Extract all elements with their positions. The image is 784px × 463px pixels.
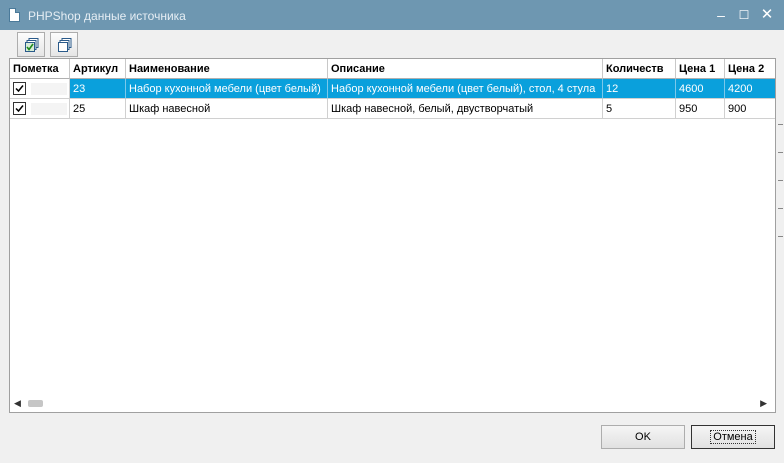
scroll-right-icon[interactable]: ▶ <box>760 398 767 409</box>
column-header-quantity[interactable]: Количеств <box>603 59 676 79</box>
row-checkbox[interactable] <box>13 82 26 95</box>
description-cell[interactable]: Шкаф навесной, белый, двустворчатый <box>328 99 603 119</box>
horizontal-scrollbar[interactable]: ◀ ▶ <box>10 395 775 412</box>
article-cell[interactable]: 25 <box>70 99 126 119</box>
cancel-button-label: Отмена <box>710 430 756 444</box>
row-checkbox[interactable] <box>13 102 26 115</box>
toolbar <box>0 30 784 58</box>
maximize-button[interactable]: ☐ <box>735 6 753 24</box>
title-bar: PHPShop данные источника – ☐ ✕ <box>0 0 784 30</box>
uncheck-all-button[interactable] <box>50 32 78 57</box>
minimize-button[interactable]: – <box>712 6 730 24</box>
document-icon <box>9 8 20 22</box>
column-header-name[interactable]: Наименование <box>126 59 328 79</box>
column-header-mark[interactable]: Пометка <box>10 59 70 79</box>
price1-cell[interactable]: 4600 <box>676 79 725 99</box>
scroll-thumb[interactable] <box>28 400 43 407</box>
check-all-button[interactable] <box>17 32 45 57</box>
checkmark-icon <box>15 85 24 93</box>
description-cell[interactable]: Набор кухонной мебели (цвет белый), стол… <box>328 79 603 99</box>
data-grid[interactable]: Пометка Артикул Наименование Описание Ко… <box>9 58 776 413</box>
mark-cell[interactable] <box>10 99 70 119</box>
resize-grip <box>778 124 784 244</box>
ok-button[interactable]: OK <box>601 425 685 449</box>
column-header-price2[interactable]: Цена 2 <box>725 59 775 79</box>
scroll-left-icon[interactable]: ◀ <box>14 398 21 409</box>
quantity-cell[interactable]: 12 <box>603 79 676 99</box>
quantity-cell[interactable]: 5 <box>603 99 676 119</box>
price1-cell[interactable]: 950 <box>676 99 725 119</box>
check-all-icon <box>25 38 39 52</box>
column-header-price1[interactable]: Цена 1 <box>676 59 725 79</box>
window-title: PHPShop данные источника <box>28 9 186 23</box>
mark-field <box>31 83 67 95</box>
cancel-button[interactable]: Отмена <box>691 425 775 449</box>
price2-cell[interactable]: 4200 <box>725 79 775 99</box>
column-header-article[interactable]: Артикул <box>70 59 126 79</box>
checkmark-icon <box>15 105 24 113</box>
name-cell[interactable]: Набор кухонной мебели (цвет белый) <box>126 79 328 99</box>
price2-cell[interactable]: 900 <box>725 99 775 119</box>
name-cell[interactable]: Шкаф навесной <box>126 99 328 119</box>
column-header-description[interactable]: Описание <box>328 59 603 79</box>
close-button[interactable]: ✕ <box>758 6 776 24</box>
article-cell[interactable]: 23 <box>70 79 126 99</box>
uncheck-all-icon <box>58 38 72 52</box>
mark-cell[interactable] <box>10 79 70 99</box>
mark-field <box>31 103 67 115</box>
